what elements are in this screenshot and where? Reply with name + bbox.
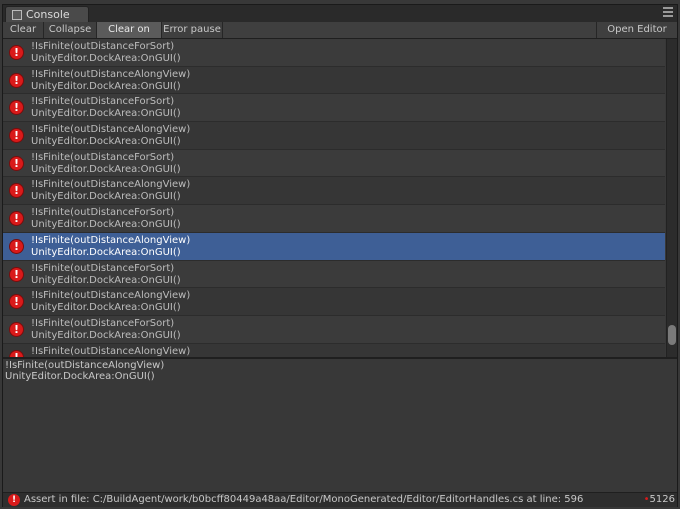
log-entry-stacktrace: UnityEditor.DockArea:OnGUI() — [31, 191, 181, 203]
error-icon: ! — [9, 321, 24, 337]
error-icon: ! — [8, 494, 20, 506]
tab-console[interactable]: Console — [5, 6, 89, 22]
log-entry-stacktrace: UnityEditor.DockArea:OnGUI() — [31, 136, 181, 148]
console-icon — [12, 10, 22, 20]
window-menu-icon[interactable] — [663, 7, 673, 19]
log-list[interactable]: ! !IsFinite(outDistanceForSort) UnityEdito… — [3, 39, 665, 357]
clear-button[interactable]: Clear — [3, 22, 44, 38]
detail-stacktrace: UnityEditor.DockArea:OnGUI() — [5, 371, 155, 382]
log-entry-message: !IsFinite(outDistanceAlongView) — [31, 68, 191, 80]
log-entry[interactable]: ! !IsFinite(outDistanceForSort) UnityEdito… — [3, 260, 665, 289]
log-entry[interactable]: ! !IsFinite(outDistanceAlongView)UnityEdi… — [3, 177, 665, 206]
error-icon: ! — [9, 266, 24, 282]
log-entry-message: !IsFinite(outDistanceForSort) — [31, 151, 175, 163]
detail-message: !IsFinite(outDistanceAlongView) — [5, 360, 165, 371]
log-entry-message: !IsFinite(outDistanceAlongView) — [31, 290, 191, 302]
log-entry-message: !IsFinite(outDistanceForSort) — [31, 41, 175, 52]
log-entry-message: !IsFinite(outDistanceForSort) — [31, 317, 175, 329]
error-icon: ! — [9, 128, 24, 144]
console-window: Console Clear Collapse Clear on play Err… — [2, 4, 678, 507]
toolbar: Clear Collapse Clear on play Error pause… — [3, 22, 677, 51]
error-icon: ! — [9, 183, 24, 199]
detail-panel[interactable]: !IsFinite(outDistanceAlongView) UnityEdi… — [3, 359, 677, 492]
error-icon: ! — [9, 72, 24, 88]
log-entry-message: !IsFinite(outDistanceForSort) — [31, 96, 175, 108]
log-entry[interactable]: ! !IsFinite(outDistanceAlongView)UnityEdi… — [3, 122, 665, 150]
collapse-toggle[interactable]: Collapse — [44, 22, 97, 38]
error-icon: ! — [9, 45, 24, 60]
log-entry[interactable]: ! !IsFinite(outDistanceForSort) UnityEdito… — [3, 149, 665, 178]
clear-on-play-toggle[interactable]: Clear on play — [97, 22, 162, 51]
log-entry[interactable]: ! !IsFinite(outDistanceForSort) UnityEdito… — [3, 94, 665, 123]
log-entry-stacktrace: UnityEditor.DockArea:OnGUI() — [31, 274, 181, 286]
log-entry-message: !IsFinite(outDistanceAlongView) — [31, 345, 191, 357]
log-entry-stacktrace: UnityEditor.DockArea:OnGUI() — [31, 163, 181, 175]
log-entry-message: !IsFinite(outDistanceAlongView) — [31, 124, 191, 136]
error-count-badge: •5126 — [644, 493, 675, 507]
open-editor-log-button[interactable]: Open Editor Log — [596, 22, 677, 51]
error-count: 5126 — [649, 494, 675, 505]
tab-strip: Console — [3, 5, 677, 23]
error-pause-toggle[interactable]: Error pause — [162, 22, 223, 38]
status-bar[interactable]: ! Assert in file: C:/BuildAgent/work/b0b… — [3, 492, 677, 507]
scrollbar-thumb[interactable] — [668, 325, 676, 345]
log-entry-stacktrace: UnityEditor.DockArea:OnGUI() — [31, 80, 181, 92]
log-entry-message: !IsFinite(outDistanceAlongView) — [31, 234, 191, 246]
log-entry-stacktrace: UnityEditor.DockArea:OnGUI() — [31, 302, 181, 314]
error-icon: ! — [9, 238, 24, 254]
error-icon: ! — [9, 100, 24, 116]
status-message: Assert in file: C:/BuildAgent/work/b0bcf… — [24, 494, 584, 505]
log-entry-stacktrace: UnityEditor.DockArea:OnGUI() — [31, 53, 181, 64]
error-icon: ! — [9, 211, 24, 227]
log-list-scrollbar[interactable] — [666, 39, 677, 357]
log-entry[interactable]: ! !IsFinite(outDistanceAlongView)UnityEdi… — [3, 66, 665, 95]
log-entry[interactable]: ! !IsFinite(outDistanceForSort) UnityEdito… — [3, 39, 665, 67]
log-entry[interactable]: ! !IsFinite(outDistanceAlongView)UnityEdi… — [3, 288, 665, 316]
log-entry-message: !IsFinite(outDistanceForSort) — [31, 207, 175, 219]
log-entry-stacktrace: UnityEditor.DockArea:OnGUI() — [31, 219, 181, 231]
log-entry[interactable]: ! !IsFinite(outDistanceForSort) UnityEdito… — [3, 315, 665, 344]
log-entry-stacktrace: UnityEditor.DockArea:OnGUI() — [31, 108, 181, 120]
log-entry[interactable]: !!IsFinite(outDistanceAlongView)UnityEdi… — [3, 343, 665, 357]
error-icon: ! — [9, 294, 24, 310]
log-entry[interactable]: ! !IsFinite(outDistanceForSort) UnityEdito… — [3, 205, 665, 233]
log-entry[interactable]: ! !IsFinite(outDistanceAlongView)UnityEdi… — [3, 232, 665, 261]
tab-console-label: Console — [26, 8, 70, 21]
log-entry-message: !IsFinite(outDistanceForSort) — [31, 262, 175, 274]
error-icon: ! — [9, 349, 24, 357]
log-entry-stacktrace: UnityEditor.DockArea:OnGUI() — [31, 246, 181, 258]
log-entry-message: !IsFinite(outDistanceAlongView) — [31, 179, 191, 191]
error-icon: ! — [9, 155, 24, 171]
log-entry-stacktrace: UnityEditor.DockArea:OnGUI() — [31, 329, 181, 341]
